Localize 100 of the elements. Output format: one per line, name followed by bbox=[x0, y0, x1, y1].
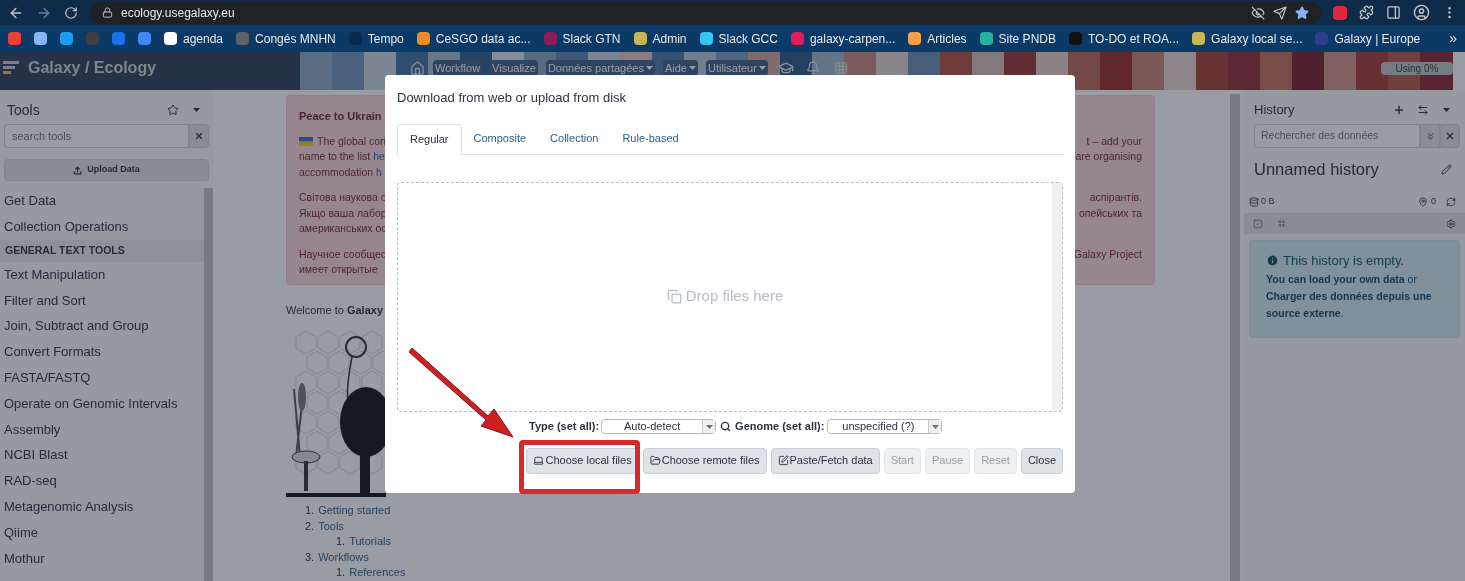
tool-section[interactable]: Metagenomic Analysis bbox=[0, 493, 204, 520]
modal-button[interactable]: Choose remote files bbox=[642, 447, 767, 474]
extension-icon[interactable] bbox=[1333, 5, 1347, 20]
reload-icon[interactable] bbox=[64, 5, 78, 20]
alert-text: accommodation bbox=[299, 164, 375, 180]
bookmark[interactable]: Admin bbox=[652, 29, 687, 48]
bookmark[interactable]: CeSGO data ac... bbox=[435, 29, 531, 48]
collapse-icon[interactable] bbox=[1277, 219, 1286, 228]
modal-button[interactable]: Paste/Fetch data bbox=[770, 447, 880, 474]
content-link[interactable]: Workflows bbox=[318, 548, 369, 565]
tool-section[interactable]: Get Data bbox=[0, 188, 204, 214]
bookmark[interactable]: Slack GCC bbox=[718, 29, 778, 48]
map-pin-icon[interactable] bbox=[1418, 197, 1428, 207]
graduation-cap-icon[interactable] bbox=[777, 60, 794, 76]
bookmark[interactable]: Articles bbox=[927, 29, 967, 48]
bookmark[interactable]: Congés MNHN bbox=[255, 29, 336, 48]
history-count[interactable]: 0 bbox=[1431, 195, 1436, 209]
list-number: 1. bbox=[336, 565, 346, 580]
bookmark-icon[interactable] bbox=[112, 32, 125, 45]
puzzle-icon[interactable] bbox=[1359, 5, 1374, 20]
tool-section[interactable]: Collection Operations bbox=[0, 213, 204, 240]
alert-text: аспірантів. bbox=[1089, 190, 1142, 206]
caret-icon bbox=[688, 66, 696, 70]
alert-text: The global con bbox=[317, 133, 386, 149]
tool-section[interactable]: RAD-seq bbox=[0, 467, 204, 494]
lock-icon bbox=[102, 7, 113, 18]
history-name[interactable]: Unnamed history bbox=[1254, 156, 1379, 182]
refresh-icon[interactable] bbox=[1446, 197, 1456, 207]
empty-title: This history is empty. bbox=[1283, 252, 1405, 270]
folder-icon bbox=[649, 455, 661, 466]
search-icon[interactable] bbox=[720, 421, 732, 432]
settings-icon[interactable] bbox=[1446, 218, 1456, 229]
content-link[interactable]: Tutorials bbox=[349, 533, 391, 550]
bookmark-icon[interactable] bbox=[138, 32, 151, 45]
genome-select[interactable]: unspecified (?) bbox=[827, 419, 943, 434]
tool-section[interactable]: Qiime bbox=[0, 519, 204, 546]
content-link[interactable]: Getting started bbox=[318, 502, 391, 519]
bookmark[interactable]: TO-DO et ROA... bbox=[1087, 29, 1180, 48]
address-bar[interactable]: ecology.usegalaxy.eu bbox=[90, 1, 1321, 24]
panel-title: Tools bbox=[7, 100, 40, 120]
scrollbar[interactable] bbox=[204, 188, 213, 581]
switch-icon[interactable] bbox=[1417, 104, 1429, 116]
alert-link[interactable]: h bbox=[376, 164, 382, 181]
type-select[interactable]: Auto-detect bbox=[601, 419, 717, 434]
bookmark[interactable]: Site PNDB bbox=[998, 29, 1056, 48]
clear-search-button[interactable] bbox=[1440, 124, 1460, 148]
alert-link[interactable]: he bbox=[373, 149, 385, 166]
bookmark-icon[interactable] bbox=[8, 32, 21, 45]
tool-section[interactable]: Convert Formats bbox=[0, 339, 204, 365]
bookmark-icon[interactable] bbox=[60, 32, 73, 45]
home-icon[interactable] bbox=[410, 60, 426, 76]
scrollbar[interactable] bbox=[1052, 182, 1062, 411]
alert-text: Galaxy Project bbox=[1073, 247, 1142, 262]
dialog-tab[interactable]: Composite bbox=[461, 123, 539, 154]
alert-text: Научное сообщес bbox=[299, 246, 387, 262]
bookmark-icon[interactable] bbox=[34, 32, 47, 45]
side-panel-icon[interactable] bbox=[1386, 5, 1401, 20]
favorites-icon[interactable] bbox=[167, 104, 179, 116]
dialog-tab[interactable]: Regular bbox=[397, 123, 462, 155]
copy-icon bbox=[666, 289, 682, 304]
clear-search-button[interactable] bbox=[189, 124, 209, 148]
caret-icon bbox=[1443, 108, 1450, 112]
content-link[interactable]: References bbox=[349, 564, 406, 581]
history-size[interactable]: 0 B bbox=[1261, 195, 1275, 209]
content-link[interactable]: Tools bbox=[318, 517, 344, 534]
tool-section[interactable]: Operate on Genomic Intervals bbox=[0, 390, 204, 417]
bell-icon[interactable] bbox=[805, 61, 820, 75]
edit-icon[interactable] bbox=[1441, 163, 1452, 175]
eye-off-icon[interactable] bbox=[1251, 5, 1265, 20]
tool-section[interactable]: Join, Subtract and Group bbox=[0, 313, 204, 339]
search-field[interactable]: Rechercher des données bbox=[1254, 124, 1420, 148]
dialog-tab[interactable]: Rule-based bbox=[610, 123, 691, 154]
bookmark[interactable]: Galaxy local se... bbox=[1211, 29, 1303, 48]
grid-icon[interactable] bbox=[833, 61, 848, 75]
tool-section[interactable]: FASTA/FASTQ bbox=[0, 364, 204, 391]
profile-icon[interactable] bbox=[1413, 4, 1430, 21]
scrollbar[interactable] bbox=[1230, 94, 1240, 581]
bookmark[interactable]: galaxy-carpen... bbox=[809, 29, 896, 48]
bookmark-star-icon[interactable] bbox=[1295, 5, 1309, 20]
tool-section[interactable]: Mothur bbox=[0, 545, 204, 572]
alert-text: опейських та bbox=[1078, 206, 1142, 221]
modal-button[interactable]: Close bbox=[1020, 447, 1063, 474]
bookmark[interactable]: Tempo bbox=[367, 29, 404, 48]
bookmark[interactable]: Galaxy | Europe bbox=[1334, 29, 1421, 48]
bookmark[interactable]: Slack GTN bbox=[562, 29, 621, 48]
upload-button[interactable]: Upload Data bbox=[4, 159, 209, 181]
list-number: 1. bbox=[305, 503, 315, 518]
search-field[interactable]: search tools bbox=[4, 124, 189, 148]
more-bookmarks[interactable]: » bbox=[1449, 28, 1457, 49]
galaxy-logo-icon[interactable] bbox=[3, 61, 19, 75]
bookmark[interactable]: agenda bbox=[183, 29, 224, 48]
section-header: GENERAL TEXT TOOLS bbox=[0, 239, 204, 262]
tool-section[interactable]: Assembly bbox=[0, 416, 204, 443]
tool-section[interactable]: NCBI Blast bbox=[0, 442, 204, 468]
info-icon bbox=[1266, 254, 1279, 268]
send-icon[interactable] bbox=[1273, 5, 1287, 20]
add-icon[interactable] bbox=[1393, 104, 1405, 116]
select-all-icon[interactable] bbox=[1253, 218, 1263, 229]
dialog-tab[interactable]: Collection bbox=[538, 123, 611, 154]
tool-section[interactable]: Filter and Sort bbox=[0, 287, 204, 314]
